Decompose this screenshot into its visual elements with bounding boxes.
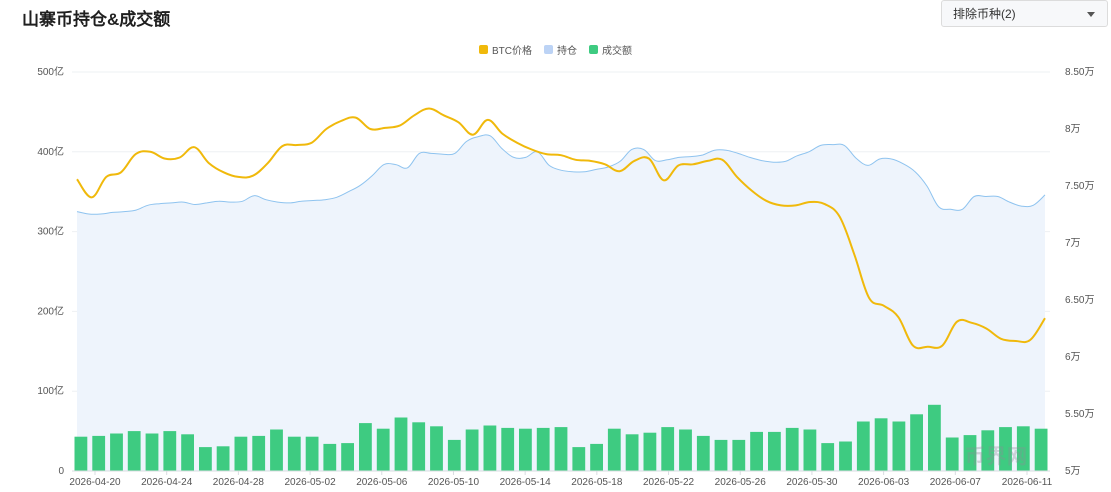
volume-bar — [572, 447, 586, 471]
volume-bar — [803, 429, 817, 471]
volume-bar — [750, 431, 763, 471]
x-tick-label: 2026-06-03 — [858, 477, 910, 488]
right-tick-label: 7.50万 — [1065, 181, 1094, 192]
volume-bar — [1034, 428, 1048, 471]
volume-bar — [181, 434, 194, 471]
watermark-logo: 币界网 — [965, 446, 1028, 468]
volume-bar — [216, 446, 230, 471]
volume-bar — [643, 432, 657, 471]
volume-bar — [323, 443, 337, 471]
left-tick-label: 0 — [58, 466, 64, 477]
volume-bar — [554, 427, 568, 471]
x-tick-label: 2026-05-02 — [284, 477, 336, 488]
volume-bar — [839, 441, 852, 471]
left-axis-labels: 0 100亿 200亿 300亿 400亿 500亿 — [37, 65, 64, 477]
volume-bar — [270, 429, 283, 471]
x-tick-label: 2026-04-28 — [213, 477, 265, 488]
right-tick-label: 6万 — [1065, 352, 1081, 363]
x-tick-label: 2026-05-18 — [571, 477, 623, 488]
x-tick-label: 2026-05-10 — [428, 477, 480, 488]
volume-bar — [607, 428, 621, 471]
volume-bar — [234, 436, 248, 471]
volume-bar — [785, 427, 799, 471]
volume-bar — [127, 431, 141, 471]
x-tick-label: 2026-06-07 — [930, 477, 982, 488]
volume-bar — [163, 431, 177, 471]
open-interest-area — [77, 134, 1045, 472]
x-tick-label: 2026-06-11 — [1002, 477, 1053, 488]
volume-bar — [945, 437, 959, 471]
volume-bar — [714, 439, 728, 471]
volume-bar — [305, 436, 319, 471]
volume-bar — [412, 422, 426, 471]
volume-bar — [696, 435, 710, 471]
x-tick-label: 2026-05-26 — [715, 477, 767, 488]
volume-bar — [679, 429, 692, 471]
left-tick-label: 500亿 — [37, 65, 64, 78]
right-tick-label: 8.50万 — [1065, 67, 1094, 78]
volume-bar — [519, 428, 532, 471]
x-tick-label: 2026-05-22 — [643, 477, 695, 488]
left-tick-label: 200亿 — [37, 304, 64, 317]
volume-bar — [910, 414, 923, 471]
volume-bar — [661, 427, 675, 471]
volume-bar — [625, 434, 639, 471]
x-tick-label: 2026-04-20 — [69, 477, 121, 488]
x-tick-label: 2026-04-24 — [141, 477, 193, 488]
volume-bar — [768, 431, 781, 471]
volume-bar — [821, 443, 835, 471]
volume-bar — [359, 423, 372, 471]
volume-bar — [252, 435, 266, 471]
volume-bar — [376, 428, 390, 471]
volume-bar — [465, 429, 479, 471]
volume-bar — [341, 443, 354, 471]
volume-bar — [287, 436, 301, 471]
volume-bar — [145, 433, 159, 471]
right-tick-label: 5.50万 — [1065, 409, 1094, 420]
right-axis-labels: 5万 5.50万 6万 6.50万 7万 7.50万 8万 8.50万 — [1065, 67, 1094, 477]
volume-bar — [74, 436, 88, 471]
x-tick-label: 2026-05-14 — [500, 477, 552, 488]
left-tick-label: 400亿 — [37, 145, 64, 158]
volume-bar — [394, 417, 408, 471]
x-tick-label: 2026-05-30 — [786, 477, 838, 488]
right-tick-label: 5万 — [1065, 466, 1081, 477]
right-tick-label: 6.50万 — [1065, 295, 1094, 306]
volume-bar — [92, 435, 106, 471]
volume-bar — [590, 443, 603, 471]
left-tick-label: 300亿 — [37, 225, 64, 238]
volume-bar — [447, 439, 461, 471]
volume-bar — [732, 439, 746, 471]
x-axis: 2026-04-20 2026-04-24 2026-04-28 2026-05-02… — [69, 470, 1053, 488]
volume-bar — [892, 421, 906, 471]
volume-bar — [483, 425, 497, 471]
volume-bar — [199, 447, 212, 471]
volume-bar — [856, 421, 870, 471]
volume-bar — [928, 404, 941, 471]
chart-canvas: 0 100亿 200亿 300亿 400亿 500亿 5万 5.50万 6万 6.50万 7万 7.… — [37, 65, 1094, 488]
volume-bar — [536, 427, 550, 471]
volume-bar — [874, 418, 888, 471]
volume-bar — [501, 427, 515, 471]
right-tick-label: 7万 — [1065, 238, 1081, 249]
left-tick-label: 100亿 — [37, 384, 64, 397]
volume-bar — [110, 433, 123, 471]
x-tick-label: 2026-05-06 — [356, 477, 408, 488]
right-tick-label: 8万 — [1065, 124, 1081, 135]
open-interest-fill — [77, 134, 1045, 472]
volume-bar — [430, 426, 443, 471]
